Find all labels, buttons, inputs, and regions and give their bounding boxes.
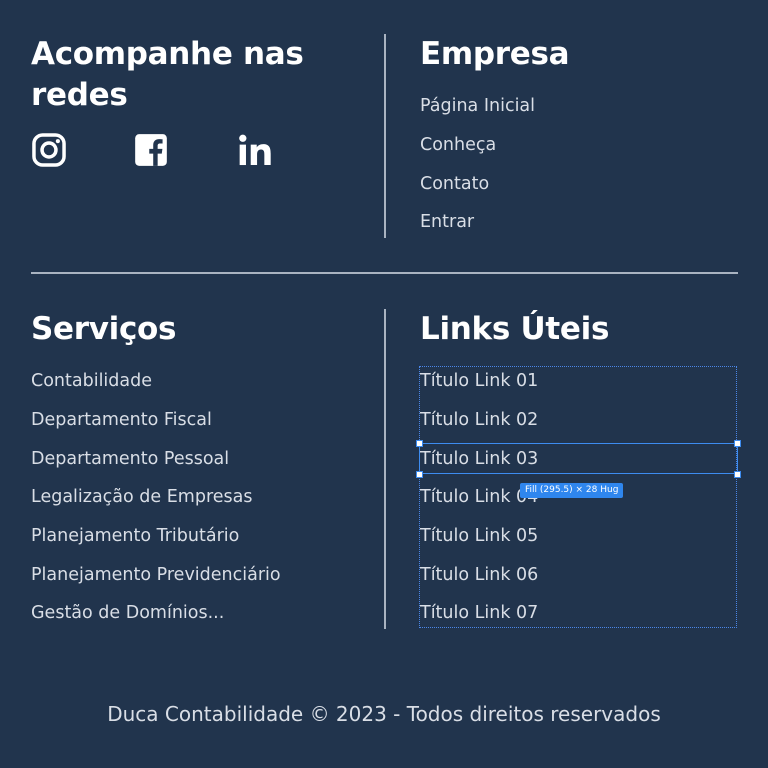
empresa-link-entrar[interactable]: Entrar [420,208,474,236]
selection-box[interactable] [419,443,738,474]
servicos-link[interactable]: Planejamento Tributário [31,522,239,550]
links-uteis-link[interactable]: Título Link 07 [420,599,538,627]
facebook-link[interactable] [132,131,170,169]
resize-handle-bottom-right[interactable] [734,471,741,478]
links-uteis-link[interactable]: Título Link 01 [420,367,538,395]
links-uteis-link[interactable]: Título Link 02 [420,406,538,434]
resize-handle-top-right[interactable] [734,440,741,447]
empresa-link-home[interactable]: Página Inicial [420,92,535,120]
horizontal-divider [31,272,738,274]
linkedin-icon [239,134,271,166]
resize-handle-bottom-left[interactable] [416,471,423,478]
bottom-divider-vertical [384,309,386,629]
selection-size-label: Fill (295.5) × 28 Hug [520,483,624,498]
empresa-link-contato[interactable]: Contato [420,170,489,198]
links-uteis-heading: Links Úteis [420,311,610,347]
social-heading: Acompanhe nas redes [31,36,304,113]
facebook-icon [135,134,167,166]
instagram-icon [32,133,66,167]
resize-handle-top-left[interactable] [416,440,423,447]
empresa-link-conheca[interactable]: Conheça [420,131,496,159]
servicos-link[interactable]: Planejamento Previdenciário [31,561,281,589]
servicos-link[interactable]: Legalização de Empresas [31,483,252,511]
links-uteis-link[interactable]: Título Link 06 [420,561,538,589]
linkedin-link[interactable] [236,131,274,169]
links-uteis-link[interactable]: Título Link 05 [420,522,538,550]
servicos-heading: Serviços [31,311,177,347]
instagram-link[interactable] [30,131,68,169]
servicos-link[interactable]: Contabilidade [31,367,152,395]
footer-copyright: Duca Contabilidade © 2023 - Todos direit… [107,702,661,726]
top-divider-vertical [384,34,386,238]
empresa-heading: Empresa [420,36,570,72]
servicos-link[interactable]: Departamento Fiscal [31,406,212,434]
servicos-link[interactable]: Departamento Pessoal [31,445,229,473]
servicos-link[interactable]: Gestão de Domínios... [31,599,224,627]
